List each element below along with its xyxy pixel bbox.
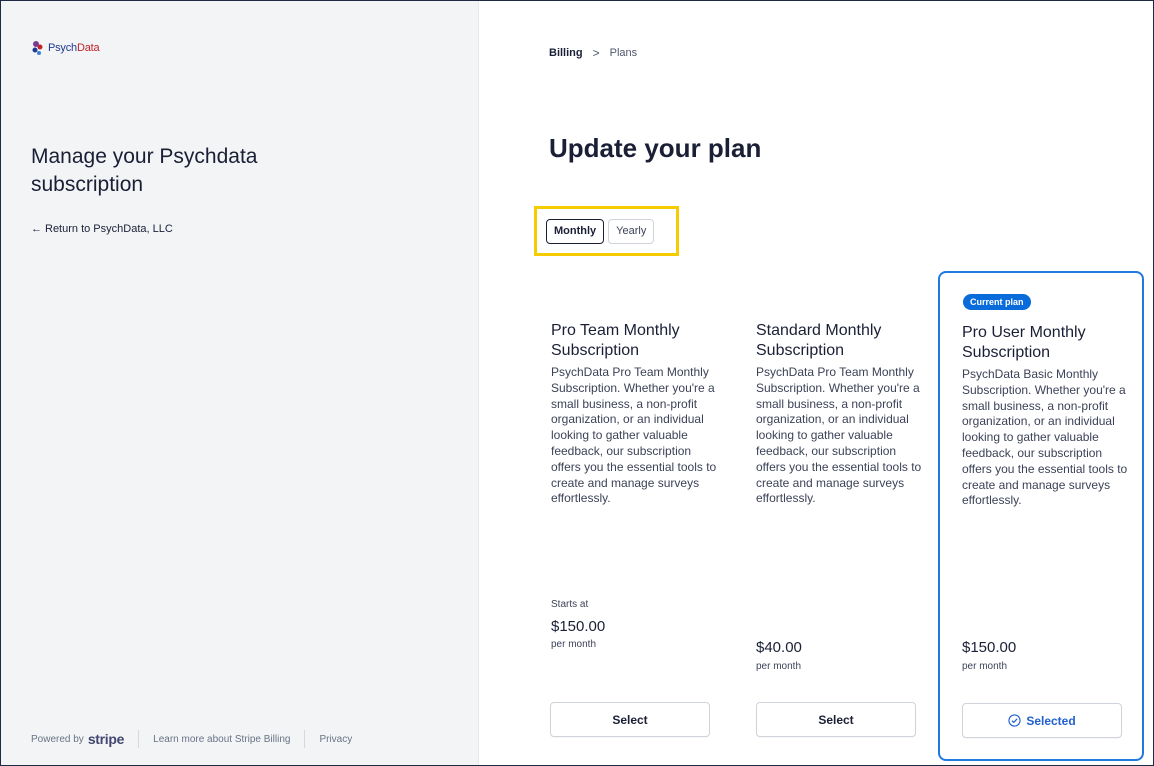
footer: Powered by stripe Learn more about Strip… [31,730,352,748]
plan-card-pro-user: Pro User Monthly Subscription PsychData … [962,323,1132,509]
app-frame: PsychData Manage your Psychdata subscrip… [0,0,1154,766]
select-pro-team-button[interactable]: Select [550,702,710,737]
portal-title: Manage your Psychdata subscription [31,145,258,196]
return-link[interactable]: ← Return to PsychData, LLC [31,223,173,235]
selected-plan-button[interactable]: Selected [962,703,1122,738]
psychdata-logo-icon [32,41,43,55]
plan-price: $150.00 [962,639,1017,656]
yearly-toggle[interactable]: Yearly [608,218,655,244]
plan-period: per month [756,661,802,672]
breadcrumb-plans: Plans [609,47,638,59]
logo-text-suffix: Data [76,42,100,54]
plan-description: PsychData Basic Monthly Subscription. Wh… [962,367,1128,508]
select-standard-button[interactable]: Select [756,702,916,737]
plan-description: PsychData Pro Team Monthly Subscription.… [756,365,922,506]
plan-period: per month [962,661,1008,672]
plan-price: $150.00 [551,618,606,635]
breadcrumb: Billing > Plans [549,46,637,60]
selected-button-label: Selected [1026,713,1076,728]
footer-divider [138,730,140,748]
plan-title: Pro User Monthly Subscription [962,324,1086,361]
starts-at-label: Starts at [551,599,589,610]
interval-toggle: Monthly Yearly [534,206,679,256]
logo-text: PsychData [48,42,100,54]
check-circle-icon [1008,714,1021,727]
plan-title: Pro Team Monthly Subscription [551,322,680,359]
logo-text-prefix: Psych [48,42,77,54]
monthly-toggle[interactable]: Monthly [546,218,605,244]
plan-card-pro-team: Pro Team Monthly Subscription PsychData … [551,321,721,507]
footer-divider [304,730,306,748]
plan-card-standard: Standard Monthly Subscription PsychData … [756,321,926,507]
chevron-right-icon: > [592,46,600,60]
return-link-label: Return to PsychData, LLC [45,223,173,235]
arrow-left-icon: ← [31,223,42,235]
powered-by-label: Powered by [31,733,84,745]
page-title: Update your plan [549,133,762,163]
main-panel: Billing > Plans Update your plan Monthly… [479,1,1153,765]
plan-period: per month [551,639,597,650]
plan-description: PsychData Pro Team Monthly Subscription.… [551,365,717,506]
stripe-logo[interactable]: stripe [88,731,125,747]
plan-title: Standard Monthly Subscription [756,322,882,359]
breadcrumb-billing[interactable]: Billing [549,47,583,59]
left-panel: PsychData Manage your Psychdata subscrip… [1,1,479,765]
plan-price: $40.00 [756,639,802,656]
psychdata-logo[interactable]: PsychData [31,39,100,57]
learn-more-link[interactable]: Learn more about Stripe Billing [153,734,290,745]
current-plan-badge: Current plan [963,294,1031,310]
privacy-link[interactable]: Privacy [319,734,352,745]
